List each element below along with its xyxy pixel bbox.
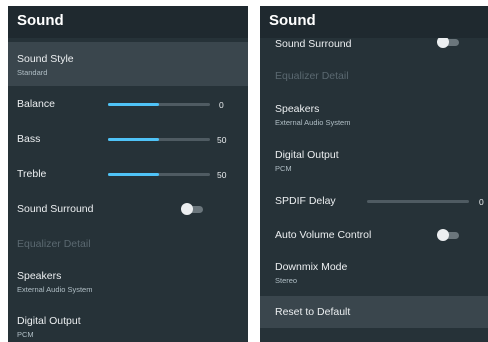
- balance-slider-fill: [108, 103, 159, 106]
- speakers-value: External Audio System: [275, 118, 351, 127]
- treble-slider-fill: [108, 173, 159, 176]
- sound-style-label: Sound Style: [17, 53, 74, 65]
- spdif-delay-value: 0: [479, 197, 484, 207]
- digital-output-value: PCM: [17, 330, 34, 339]
- spdif-delay-slider[interactable]: [367, 200, 469, 203]
- toggle-thumb: [437, 229, 449, 241]
- sound-style-item[interactable]: Sound Style Standard: [8, 42, 248, 86]
- sound-surround-label: Sound Surround: [275, 38, 352, 50]
- digital-output-item[interactable]: Digital Output PCM: [8, 311, 248, 342]
- digital-output-item[interactable]: Digital Output PCM: [260, 148, 488, 180]
- balance-value: 0: [219, 100, 224, 110]
- treble-slider[interactable]: [108, 173, 210, 176]
- spdif-delay-label: SPDIF Delay: [275, 195, 336, 207]
- balance-label: Balance: [17, 98, 55, 110]
- bass-value: 50: [217, 135, 227, 145]
- downmix-mode-value: Stereo: [275, 276, 298, 285]
- equalizer-detail-item: Equalizer Detail: [260, 66, 488, 88]
- balance-slider[interactable]: [108, 103, 210, 106]
- digital-output-value: PCM: [275, 164, 292, 173]
- spdif-delay-item[interactable]: SPDIF Delay 0: [260, 190, 488, 212]
- bass-item[interactable]: Bass 50: [8, 127, 248, 151]
- equalizer-detail-item: Equalizer Detail: [8, 232, 248, 256]
- reset-to-default-item[interactable]: Reset to Default: [260, 296, 488, 328]
- treble-item[interactable]: Treble 50: [8, 162, 248, 186]
- auto-volume-control-toggle[interactable]: [437, 229, 459, 241]
- equalizer-detail-label: Equalizer Detail: [275, 70, 349, 82]
- digital-output-label: Digital Output: [17, 315, 81, 327]
- downmix-mode-item[interactable]: Downmix Mode Stereo: [260, 260, 488, 292]
- digital-output-label: Digital Output: [275, 149, 339, 161]
- bass-slider[interactable]: [108, 138, 210, 141]
- panel-title: Sound: [260, 6, 488, 38]
- bass-slider-fill: [108, 138, 159, 141]
- sound-style-value: Standard: [17, 68, 48, 77]
- sound-settings-panel-right: Sound Sound Surround Equalizer Detail Sp…: [260, 6, 488, 342]
- speakers-label: Speakers: [17, 270, 62, 282]
- treble-label: Treble: [17, 168, 47, 180]
- speakers-item[interactable]: Speakers External Audio System: [260, 102, 488, 136]
- balance-item[interactable]: Balance 0: [8, 92, 248, 116]
- sound-surround-toggle[interactable]: [181, 203, 203, 215]
- sound-surround-label: Sound Surround: [17, 203, 94, 215]
- auto-volume-control-label: Auto Volume Control: [275, 229, 372, 241]
- panel-title: Sound: [8, 6, 248, 38]
- toggle-thumb: [181, 203, 193, 215]
- downmix-mode-label: Downmix Mode: [275, 261, 348, 273]
- reset-to-default-label: Reset to Default: [275, 306, 351, 318]
- speakers-value: External Audio System: [17, 285, 93, 294]
- bass-label: Bass: [17, 133, 41, 145]
- treble-value: 50: [217, 170, 227, 180]
- speakers-label: Speakers: [275, 103, 320, 115]
- equalizer-detail-label: Equalizer Detail: [17, 238, 91, 250]
- auto-volume-control-item[interactable]: Auto Volume Control: [260, 224, 488, 246]
- sound-surround-item[interactable]: Sound Surround: [8, 197, 248, 221]
- sound-settings-panel-left: Sound Sound Style Standard Balance 0 Bas…: [8, 6, 248, 342]
- speakers-item[interactable]: Speakers External Audio System: [8, 266, 248, 300]
